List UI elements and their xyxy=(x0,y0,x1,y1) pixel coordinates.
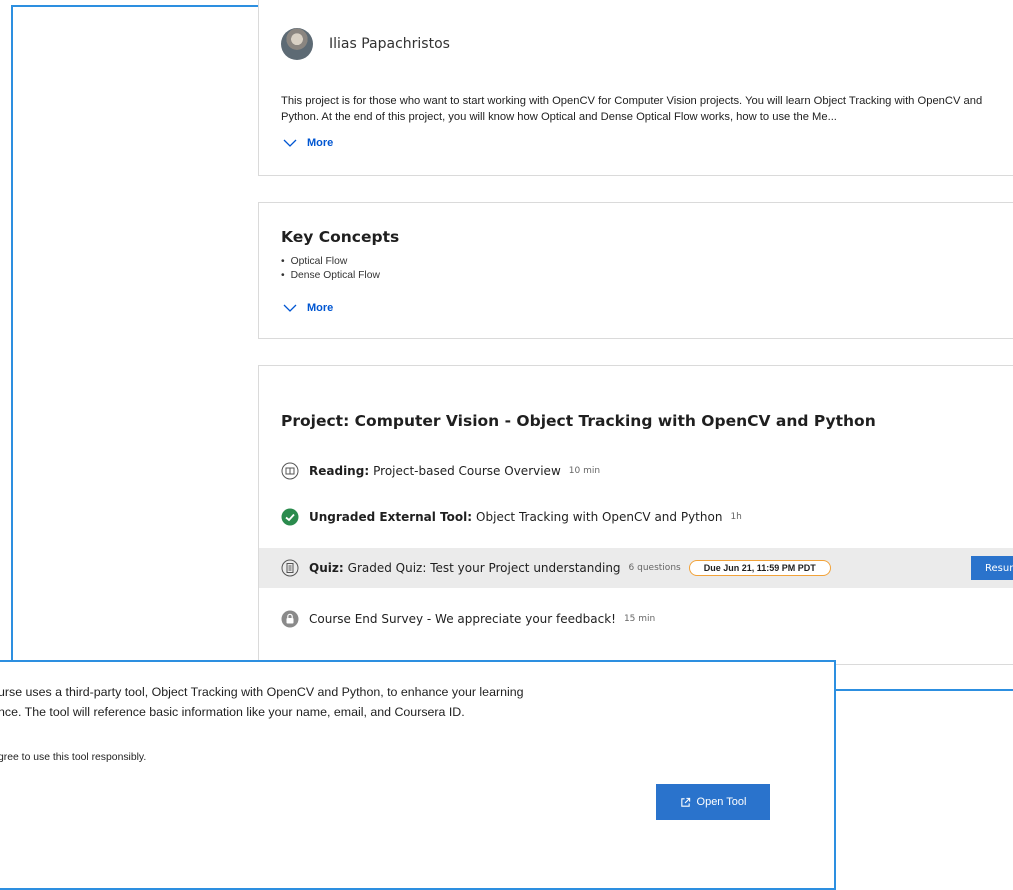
open-tool-button[interactable]: Open Tool xyxy=(656,784,770,820)
key-concepts-title: Key Concepts xyxy=(281,228,400,246)
key-concepts-card: Key Concepts Optical Flow Dense Optical … xyxy=(258,202,1013,339)
dialog-agreement-text: gree to use this tool responsibly. xyxy=(0,752,147,763)
item-type: Ungraded External Tool: xyxy=(309,510,473,524)
lock-icon xyxy=(281,610,299,628)
item-external-tool[interactable]: Ungraded External Tool: Object Tracking … xyxy=(259,497,1013,537)
resume-button[interactable]: Resume xyxy=(971,556,1013,580)
project-card: Project: Computer Vision - Object Tracki… xyxy=(258,365,1013,665)
description-line: This project is for those who want to st… xyxy=(281,95,983,107)
check-circle-icon xyxy=(281,508,299,526)
item-type: Quiz: xyxy=(309,561,344,575)
concept-item: Dense Optical Flow xyxy=(281,269,380,283)
item-duration: 10 min xyxy=(568,466,601,476)
item-quiz[interactable]: Quiz: Graded Quiz: Test your Project und… xyxy=(259,548,1013,588)
project-title: Project: Computer Vision - Object Tracki… xyxy=(281,412,876,430)
avatar[interactable] xyxy=(281,28,313,60)
key-concepts-more-link[interactable]: More xyxy=(283,302,333,314)
concept-item: Optical Flow xyxy=(281,255,380,269)
chevron-down-icon xyxy=(283,139,297,147)
dialog-text-line: nce. The tool will reference basic infor… xyxy=(0,705,465,719)
description-line: Python. At the end of this project, you … xyxy=(281,111,837,123)
more-label: More xyxy=(307,137,334,149)
item-reading[interactable]: Reading: Project-based Course Overview 1… xyxy=(259,451,1013,491)
item-title: Graded Quiz: Test your Project understan… xyxy=(347,561,621,575)
item-duration: 15 min xyxy=(623,614,656,624)
item-title: Course End Survey - We appreciate your f… xyxy=(309,612,616,626)
description-more-link[interactable]: More xyxy=(283,137,333,149)
item-duration: 6 questions xyxy=(628,563,681,573)
due-date-badge: Due Jun 21, 11:59 PM PDT xyxy=(688,560,831,576)
author-name[interactable]: Ilias Papachristos xyxy=(329,36,450,52)
item-survey[interactable]: Course End Survey - We appreciate your f… xyxy=(259,599,1013,639)
author-row[interactable]: Ilias Papachristos xyxy=(281,28,450,60)
item-title: Object Tracking with OpenCV and Python xyxy=(476,510,723,524)
key-concepts-list: Optical Flow Dense Optical Flow xyxy=(281,255,380,283)
item-type: Reading: xyxy=(309,464,370,478)
book-icon xyxy=(281,462,299,480)
external-tool-dialog: urse uses a third-party tool, Object Tra… xyxy=(0,660,836,890)
open-tool-label: Open Tool xyxy=(696,796,747,808)
quiz-icon xyxy=(281,559,299,577)
external-link-icon xyxy=(680,797,690,807)
chevron-down-icon xyxy=(283,304,297,312)
description-card: Ilias Papachristos This project is for t… xyxy=(258,0,1013,176)
dialog-text-line: urse uses a third-party tool, Object Tra… xyxy=(0,685,524,699)
item-title: Project-based Course Overview xyxy=(373,464,561,478)
more-label: More xyxy=(307,302,334,314)
project-description: This project is for those who want to st… xyxy=(281,93,1013,125)
item-duration: 1h xyxy=(730,512,742,522)
